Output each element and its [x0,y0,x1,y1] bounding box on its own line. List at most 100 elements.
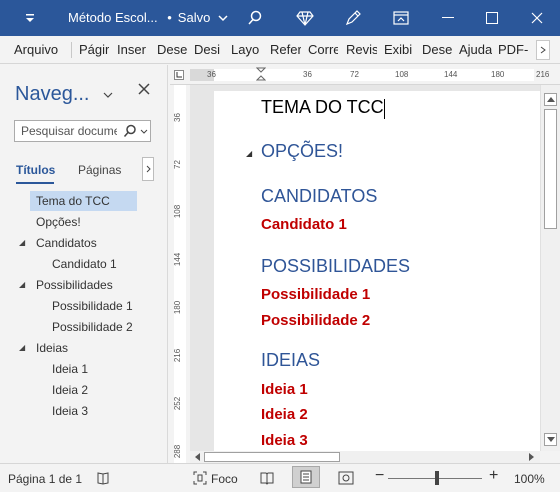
horizontal-scrollbar[interactable] [190,451,540,463]
text-cursor [384,99,385,119]
navigation-pane: Naveg... Pesquisar documento Títulos Pág… [0,65,168,463]
vertical-scrollbar[interactable] [540,85,560,451]
restore-ribbon-icon[interactable] [386,0,416,36]
search-icon[interactable] [123,124,137,138]
indent-marker-icon[interactable] [256,67,266,81]
zoom-in-button[interactable]: + [489,467,498,485]
focus-icon[interactable] [193,471,207,485]
focus-label[interactable]: Foco [211,472,238,486]
scroll-right-button[interactable] [526,452,536,462]
chevron-right-icon [146,165,151,173]
nav-pane-title-text: Naveg... [15,83,90,105]
collapse-triangle-icon[interactable]: ◢ [19,238,25,247]
save-state: Salvo [177,10,211,25]
nav-pane-title: Naveg... [15,83,113,106]
tab-insert[interactable]: Inser [117,42,147,57]
search-options-chevron-icon[interactable] [140,129,148,135]
scroll-thumb[interactable] [204,452,340,462]
scroll-down-button[interactable] [544,433,557,446]
tab-developer[interactable]: Dese [422,42,452,57]
horizontal-ruler[interactable]: 36 36 72 108 144 180 216 [170,65,560,85]
tab-selector-button[interactable] [174,70,184,80]
minimize-button[interactable] [426,0,470,36]
tree-item-possibilidade-1[interactable]: Possibilidade 1 [52,296,133,316]
ruler-label: 252 [173,396,183,411]
tab-design[interactable]: Desi [194,42,223,57]
ruler-label: 36 [303,70,312,79]
tab-home[interactable]: Págir [79,42,109,57]
nav-close-button[interactable] [138,83,152,97]
tree-item-ideia-1[interactable]: Ideia 1 [52,359,88,379]
tree-item-possibilidade-2[interactable]: Possibilidade 2 [52,317,133,337]
tab-layout[interactable]: Layo [231,42,262,57]
nav-options-chevron-icon[interactable] [103,92,113,98]
document-title[interactable]: Método Escol... • Salvo [68,10,228,25]
tab-view[interactable]: Exibi [384,42,415,57]
scroll-thumb[interactable] [544,109,557,229]
tab-mailings[interactable]: Corre [308,42,338,57]
doc-subheading-ideia-2[interactable]: Ideia 2 [261,406,308,423]
doc-title[interactable]: TEMA DO TCC [261,97,384,118]
zoom-out-button[interactable]: − [375,467,384,485]
doc-heading-ideias[interactable]: IDEIAS [261,350,320,371]
doc-heading-candidatos[interactable]: CANDIDATOS [261,186,377,207]
tree-item-label: Tema do TCC [36,194,110,208]
tab-file[interactable]: Arquivo [14,42,62,57]
tree-item-label: Candidato 1 [52,257,117,271]
print-layout-icon [300,470,312,484]
zoom-level[interactable]: 100% [514,472,545,486]
tab-review[interactable]: Revis [346,42,377,57]
doc-heading-opcoes[interactable]: OPÇÕES! [261,141,343,162]
tab-pdf[interactable]: PDF-X [498,42,528,57]
tree-item-ideias[interactable]: Ideias [36,338,68,358]
doc-subheading-candidato-1[interactable]: Candidato 1 [261,216,347,233]
vertical-ruler[interactable]: 36 72 108 144 180 216 252 288 [170,85,190,463]
doc-subheading-ideia-3[interactable]: Ideia 3 [261,432,308,449]
tree-item-ideia-3[interactable]: Ideia 3 [52,401,88,421]
doc-subheading-ideia-1[interactable]: Ideia 1 [261,381,308,398]
ruler-label: 108 [395,70,409,79]
doc-subheading-possibilidade-2[interactable]: Possibilidade 2 [261,312,370,329]
nav-tabs-scroll-button[interactable] [142,157,154,181]
ruler-label: 180 [173,300,183,315]
proofing-book-icon[interactable] [96,471,110,485]
tab-draw[interactable]: Dese [157,42,187,57]
nav-search-box[interactable]: Pesquisar documento [14,120,151,142]
chevron-down-icon[interactable] [218,14,228,22]
qat-customize-icon[interactable] [10,0,50,36]
ribbon-scroll-right-button[interactable] [536,40,550,60]
ruler-label: 288 [173,444,183,459]
tree-item-possibilidades[interactable]: Possibilidades [36,275,113,295]
collapse-triangle-icon[interactable]: ◢ [19,280,25,289]
scroll-up-button[interactable] [544,93,557,106]
collapse-triangle-icon[interactable]: ◢ [19,343,25,352]
web-layout-icon[interactable] [338,471,354,485]
doc-subheading-possibilidade-1[interactable]: Possibilidade 1 [261,286,370,303]
collapse-heading-icon[interactable]: ◢ [246,149,252,158]
read-mode-icon[interactable] [260,471,274,485]
left-tab-icon [176,72,182,78]
pen-icon[interactable] [338,0,368,36]
tree-item-tema[interactable]: Tema do TCC [30,191,137,211]
tree-item-candidatos[interactable]: Candidatos [36,233,97,253]
ruler-label: 216 [536,70,550,79]
page-count[interactable]: Página 1 de 1 [8,472,82,486]
close-button[interactable] [514,0,560,36]
tree-item-ideia-2[interactable]: Ideia 2 [52,380,88,400]
tab-references[interactable]: Refer [270,42,301,57]
zoom-slider-thumb[interactable] [435,471,439,485]
tree-item-label: Ideias [36,341,69,355]
scroll-left-button[interactable] [192,452,202,462]
tab-pages[interactable]: Páginas [78,163,121,177]
tree-item-label: Possibilidades [36,278,113,292]
print-layout-button[interactable] [292,466,320,488]
doc-heading-possibilidades[interactable]: POSSIBILIDADES [261,256,410,277]
document-page[interactable]: TEMA DO TCC ◢ OPÇÕES! CANDIDATOS Candida… [214,91,540,451]
tree-item-opcoes[interactable]: Opções! [36,212,81,232]
tab-help[interactable]: Ajuda [459,42,492,57]
tree-item-candidato-1[interactable]: Candidato 1 [52,254,117,274]
search-icon[interactable] [240,0,270,36]
tab-headings[interactable]: Títulos [16,163,55,177]
maximize-button[interactable] [470,0,514,36]
diamond-icon[interactable] [290,0,320,36]
